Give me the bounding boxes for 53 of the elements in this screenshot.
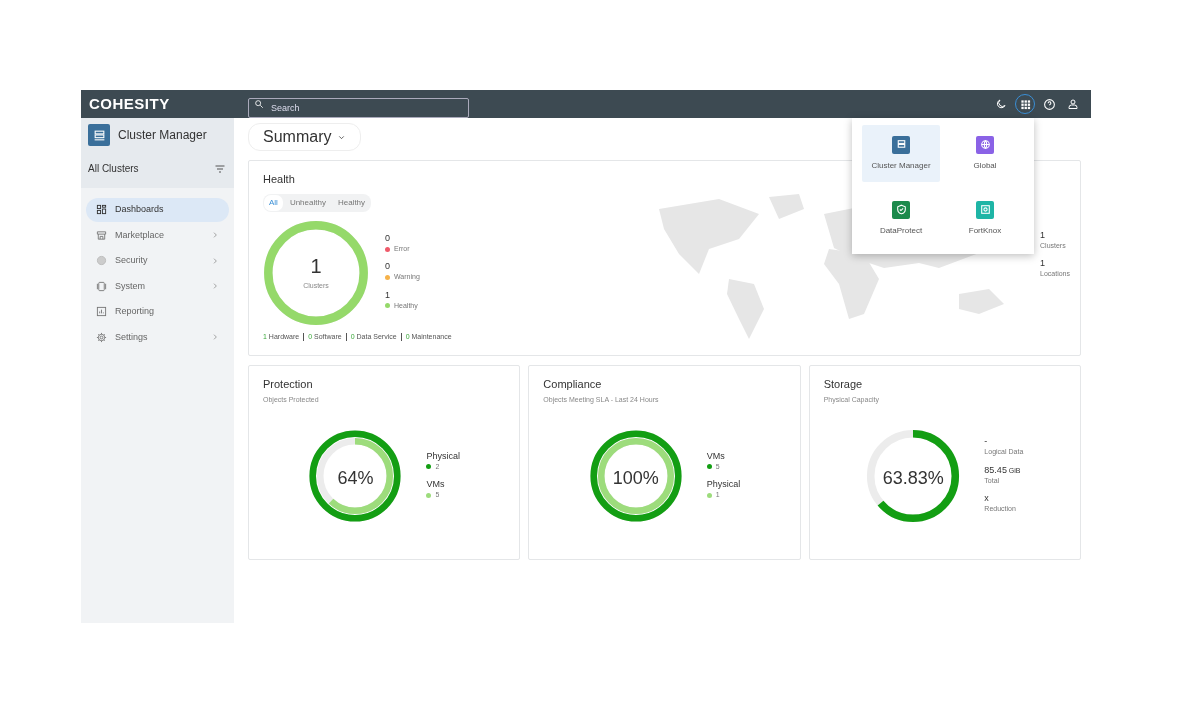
- legend-value: 1: [385, 290, 391, 301]
- filter-chip[interactable]: All: [264, 194, 283, 211]
- sidebar-item[interactable]: Reporting: [86, 300, 229, 324]
- filter-chip[interactable]: Unhealthy: [284, 194, 331, 211]
- grid-icon: [1019, 98, 1031, 110]
- filter-chip[interactable]: Healthy: [332, 194, 371, 211]
- donut-value: 1: [309, 254, 323, 280]
- sidebar-item[interactable]: Dashboards: [86, 198, 229, 222]
- chevron-right-icon: [211, 333, 219, 342]
- search-icon: [254, 99, 264, 109]
- logo-text: COHESITY: [89, 93, 171, 114]
- sidebar-item[interactable]: Marketplace: [86, 223, 229, 247]
- stat-value: 1: [1040, 259, 1047, 270]
- legend-value: 0: [385, 262, 391, 273]
- chevron-right-icon: [211, 256, 219, 265]
- chevron-right-icon: [211, 231, 219, 240]
- stat-value: -: [984, 437, 989, 448]
- settings-icon: [96, 331, 107, 343]
- search-field[interactable]: Search: [248, 98, 469, 118]
- donut-value: 63.83%: [881, 466, 945, 490]
- donut-value: 100%: [611, 466, 660, 490]
- legend-value: 0: [385, 233, 391, 244]
- storefront-icon: [96, 229, 107, 241]
- filter-icon: [214, 162, 226, 175]
- app-menu-item[interactable]: FortKnox: [946, 190, 1024, 247]
- app-menu-item[interactable]: DataProtect: [862, 190, 940, 247]
- donut-value: 64%: [336, 466, 375, 490]
- app-menu-item[interactable]: Cluster Manager: [862, 125, 940, 182]
- server-icon: [88, 124, 110, 146]
- stat-value: 1: [1040, 231, 1047, 241]
- app-title: Cluster Manager: [118, 127, 207, 144]
- card-title: Health: [263, 172, 296, 187]
- summary-dropdown[interactable]: Summary: [248, 123, 362, 151]
- legend-label: VMs: [706, 451, 726, 462]
- sidebar-item[interactable]: Settings: [86, 325, 229, 349]
- sidebar-item[interactable]: Security: [86, 249, 229, 273]
- help-icon: [1042, 97, 1056, 111]
- moon-icon: [995, 98, 1007, 110]
- scope-label: All Clusters: [88, 162, 139, 176]
- legend-label: Physical: [426, 451, 460, 462]
- app-menu-item[interactable]: Global: [946, 125, 1024, 182]
- card-title: Protection: [263, 377, 314, 392]
- dashboard-icon: [96, 204, 107, 216]
- legend-label: Physical: [706, 480, 741, 490]
- user-icon: [1067, 98, 1079, 110]
- legend-label: VMs: [426, 480, 446, 490]
- sidebar-item[interactable]: System: [86, 274, 229, 298]
- stat-value: x: [984, 494, 990, 505]
- bar-chart-icon: [96, 306, 107, 318]
- card-title: Storage: [823, 377, 864, 392]
- card-title: Compliance: [543, 377, 603, 392]
- panels-icon: [96, 280, 107, 292]
- chevron-right-icon: [211, 282, 219, 291]
